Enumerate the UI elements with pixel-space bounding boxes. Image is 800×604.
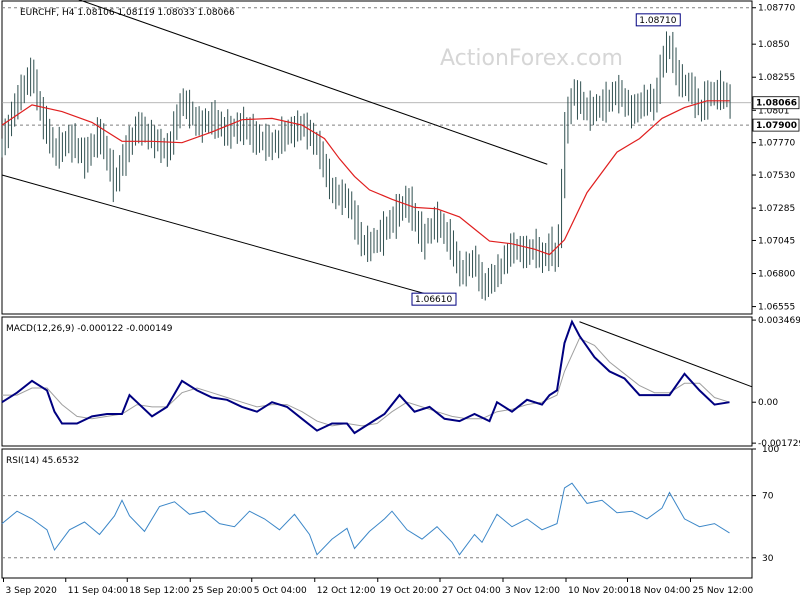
- price-y-tick-label: 1.07285: [758, 204, 795, 214]
- x-tick-label: 12 Oct 12:00: [317, 586, 376, 596]
- price-y-tick-label: 1.06555: [758, 303, 795, 313]
- price-y-tick-label: 1.07045: [758, 236, 795, 246]
- price-y-tick-label: 1.0850: [758, 40, 790, 50]
- x-tick-label: 11 Sep 04:00: [68, 586, 128, 596]
- x-tick-label: 5 Oct 04:00: [254, 586, 307, 596]
- macd-header: MACD(12,26,9) -0.000122 -0.000149: [6, 324, 173, 334]
- macd-y-tick-label: 0.00: [758, 398, 778, 408]
- watermark: ActionForex.com: [440, 46, 623, 71]
- x-tick-label: 18 Nov 04:00: [630, 586, 691, 596]
- x-tick-label: 25 Sep 20:00: [192, 586, 252, 596]
- rsi-y-tick-label: 100: [762, 445, 779, 455]
- chart-canvas: EURCHF, H4 1.08106 1.08119 1.08033 1.080…: [0, 0, 800, 600]
- support-label: 1.07900: [756, 121, 797, 131]
- current-price-label: 1.08066: [756, 99, 797, 109]
- price-y-tick-label: 1.08770: [758, 4, 795, 14]
- x-tick-label: 3 Sep 2020: [6, 586, 58, 596]
- annotation-label: 1.06610: [415, 295, 452, 305]
- eurchf-h4-chart: EURCHF, H4 1.08106 1.08119 1.08033 1.080…: [0, 0, 800, 600]
- x-tick-label: 27 Oct 04:00: [442, 586, 501, 596]
- rsi-y-tick-label: 70: [762, 492, 774, 502]
- rsi-header: RSI(14) 45.6532: [6, 456, 79, 466]
- x-tick-label: 10 Nov 20:00: [568, 586, 629, 596]
- x-tick-label: 18 Sep 12:00: [129, 586, 189, 596]
- price-y-tick-label: 1.06800: [758, 270, 795, 280]
- price-y-tick-label: 1.07770: [758, 139, 795, 149]
- price-y-tick-label: 1.07530: [758, 171, 795, 181]
- annotation-label: 1.08710: [639, 16, 676, 26]
- macd-y-tick-label: 0.003469: [758, 316, 800, 326]
- price-y-tick-label: 1.08255: [758, 73, 795, 83]
- x-tick-label: 19 Oct 20:00: [380, 586, 439, 596]
- x-tick-label: 3 Nov 12:00: [505, 586, 560, 596]
- rsi-y-tick-label: 30: [762, 554, 774, 564]
- x-tick-label: 25 Nov 12:00: [693, 586, 754, 596]
